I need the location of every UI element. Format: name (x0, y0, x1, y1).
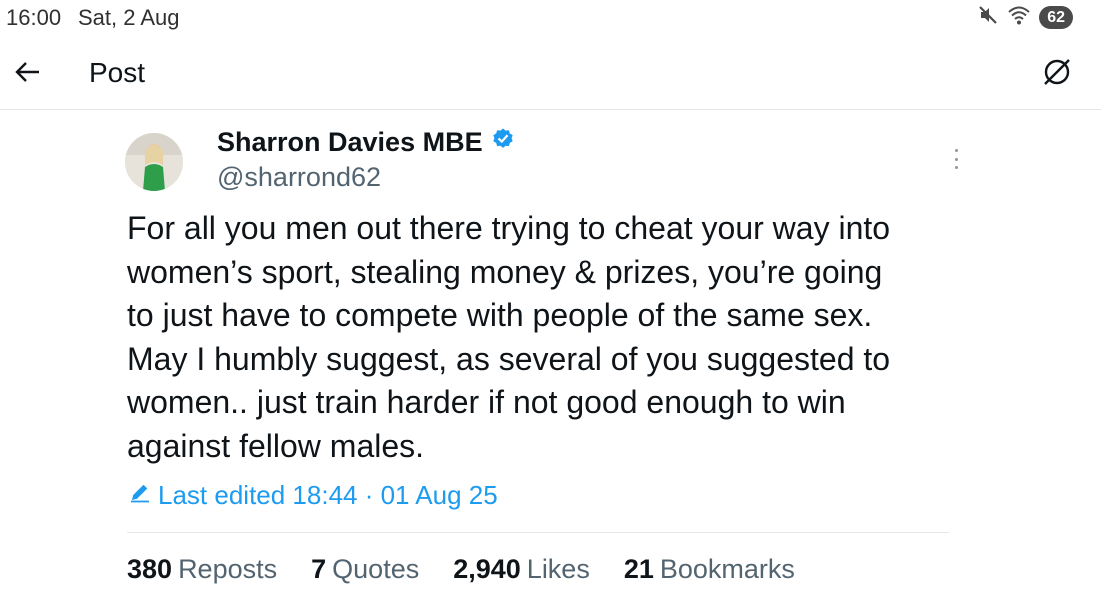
divider (127, 532, 949, 533)
more-dot (954, 166, 958, 169)
reposts-stat[interactable]: 380 Reposts (127, 554, 277, 585)
likes-stat[interactable]: 2,940 Likes (453, 554, 590, 585)
post-text: For all you men out there trying to chea… (127, 210, 891, 464)
stat-label: Bookmarks (659, 554, 795, 584)
bookmarks-stat[interactable]: 21 Bookmarks (624, 554, 795, 585)
status-time: 16:00 (6, 5, 62, 30)
top-app-bar: Post (0, 40, 1101, 110)
author-name-text: Sharron Davies MBE (217, 127, 483, 157)
engagement-stats: 380 Reposts 7 Quotes 2,940 Likes 21 Book… (127, 554, 795, 585)
stat-label: Quotes (332, 554, 420, 584)
last-edited-label: Last edited 18:44 · 01 Aug 25 (158, 480, 498, 510)
back-button[interactable] (10, 56, 46, 92)
stat-count: 380 (127, 554, 173, 584)
quotes-stat[interactable]: 7 Quotes (311, 554, 419, 585)
more-dot (954, 157, 958, 161)
author-handle[interactable]: @sharrond62 (217, 162, 381, 193)
stat-label: Reposts (178, 554, 278, 584)
battery-badge: 62 (1039, 5, 1073, 29)
status-bar: 16:00 Sat, 2 Aug 62 (0, 0, 1101, 36)
verified-badge-icon (491, 127, 515, 158)
more-options-button[interactable] (946, 146, 966, 172)
status-icons: 62 (977, 5, 1073, 29)
avatar[interactable] (125, 133, 183, 191)
stat-count: 7 (311, 554, 327, 584)
more-dot (954, 149, 958, 152)
grok-icon (1041, 56, 1073, 93)
author-name[interactable]: Sharron Davies MBE (217, 127, 515, 158)
wifi-icon (1007, 4, 1031, 31)
page-title: Post (89, 57, 146, 88)
arrow-left-icon (14, 60, 42, 89)
grok-button[interactable] (1039, 56, 1075, 92)
status-date: Sat, 2 Aug (78, 5, 180, 30)
mute-icon (977, 4, 999, 31)
stat-count: 21 (623, 554, 654, 584)
pencil-icon (128, 480, 152, 511)
last-edited-link[interactable]: Last edited 18:44 · 01 Aug 25 (128, 480, 498, 511)
stat-count: 2,940 (453, 554, 521, 584)
stat-label: Likes (526, 554, 590, 584)
